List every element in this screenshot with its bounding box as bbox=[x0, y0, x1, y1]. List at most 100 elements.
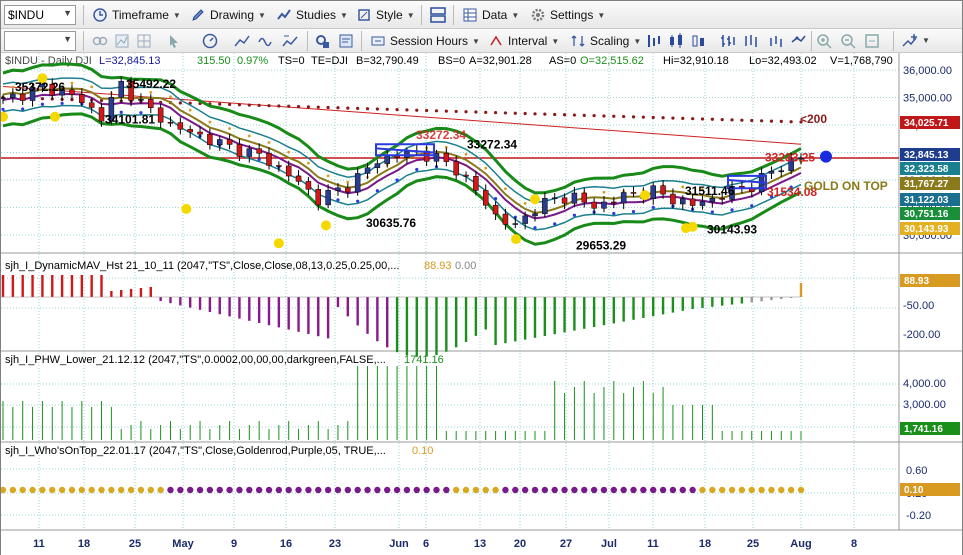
gold-dot bbox=[228, 127, 231, 130]
wave-icon[interactable] bbox=[257, 32, 275, 50]
chevron-down-icon[interactable]: ▼ bbox=[922, 36, 930, 45]
candle-up bbox=[699, 201, 706, 206]
chevron-down-icon: ▼ bbox=[406, 10, 415, 20]
mav-histogram-bar bbox=[1, 275, 5, 297]
scaling-button[interactable]: Scaling ▼ bbox=[567, 30, 644, 52]
purple-dot bbox=[551, 486, 558, 494]
gold-dot bbox=[11, 85, 15, 89]
time-axis-label: May bbox=[172, 538, 194, 550]
layout-icon[interactable] bbox=[429, 6, 447, 24]
hlc-bars-icon[interactable] bbox=[743, 32, 761, 50]
mav-histogram-bar bbox=[317, 297, 320, 337]
gold-dot bbox=[29, 486, 36, 494]
timeframe-label: Timeframe bbox=[112, 8, 169, 22]
mav-histogram-bar bbox=[730, 297, 734, 305]
hollow-candle-icon[interactable] bbox=[689, 32, 707, 50]
blue-dot bbox=[631, 210, 636, 214]
studies-button[interactable]: Studies ▼ bbox=[273, 4, 351, 26]
purple-dot bbox=[590, 486, 598, 494]
studies-icon bbox=[277, 9, 291, 20]
purple-dot bbox=[650, 486, 657, 494]
mav-histogram-bar bbox=[799, 283, 803, 297]
chart-area[interactable]: $INDU - Daily DJI L=32,845.13 315.50 0.9… bbox=[1, 53, 962, 555]
template-icon[interactable] bbox=[337, 32, 355, 50]
time-axis-label: 25 bbox=[747, 538, 759, 550]
mav-histogram-bar bbox=[445, 297, 448, 352]
chevron-down-icon[interactable]: ▼ bbox=[63, 34, 72, 44]
settings-button[interactable]: Settings ▼ bbox=[527, 4, 608, 26]
gold-dot bbox=[768, 486, 775, 494]
purple-dot bbox=[354, 486, 361, 494]
mav-axis-label: -200.00 bbox=[903, 329, 940, 341]
add-study-icon[interactable] bbox=[901, 32, 919, 50]
time-axis-label: 8 bbox=[851, 538, 857, 550]
ma200-dot bbox=[277, 104, 281, 108]
gold-dot bbox=[208, 120, 212, 124]
trendline-icon[interactable] bbox=[233, 32, 251, 50]
chevron-down-icon[interactable]: ▼ bbox=[63, 8, 72, 18]
candle-up bbox=[650, 185, 656, 199]
ma200-dot bbox=[789, 120, 793, 124]
purple-dot bbox=[275, 486, 283, 494]
candle-up bbox=[216, 139, 223, 146]
gold-dot bbox=[681, 185, 685, 189]
interval-button[interactable]: Interval ▼ bbox=[485, 30, 562, 52]
mav-histogram-bar bbox=[632, 297, 635, 320]
style-button[interactable]: Style ▼ bbox=[353, 4, 418, 26]
blue-dot bbox=[40, 102, 45, 106]
mav-histogram-bar bbox=[622, 297, 625, 322]
mav-histogram-bar bbox=[120, 290, 123, 297]
drawing-button[interactable]: Drawing ▼ bbox=[187, 4, 269, 26]
candle-down bbox=[591, 201, 597, 209]
gear-icon bbox=[531, 8, 545, 22]
grid-icon[interactable] bbox=[135, 32, 153, 50]
cursor-icon[interactable] bbox=[165, 32, 183, 50]
fit-chart-icon[interactable] bbox=[863, 32, 881, 50]
purple-dot bbox=[640, 486, 647, 494]
scaling-label: Scaling bbox=[590, 34, 630, 48]
purple-dot bbox=[541, 486, 549, 494]
line-style-icon[interactable] bbox=[789, 32, 807, 50]
zoom-out-icon[interactable] bbox=[839, 32, 857, 50]
wot-tag-label: 0.10 bbox=[904, 485, 924, 496]
gold-dot bbox=[758, 486, 765, 494]
purple-dot bbox=[571, 486, 578, 494]
session-hours-button[interactable]: Session Hours ▼ bbox=[367, 30, 483, 52]
purple-dot bbox=[374, 486, 381, 494]
gauge-icon[interactable] bbox=[201, 32, 219, 50]
price-tag-label: 32,845.13 bbox=[904, 150, 949, 161]
purple-dot bbox=[659, 486, 667, 494]
gold-dot bbox=[39, 486, 46, 494]
candle-down bbox=[630, 192, 637, 194]
chart-icon[interactable] bbox=[113, 32, 131, 50]
data-button[interactable]: Data ▼ bbox=[459, 4, 522, 26]
dot-chart-icon[interactable] bbox=[767, 32, 785, 50]
price-tag-label: 30,751.16 bbox=[904, 209, 949, 220]
ohlc-bars-icon[interactable] bbox=[719, 32, 737, 50]
symbol-input[interactable]: $INDU ▼ bbox=[4, 5, 76, 25]
purple-dot bbox=[226, 486, 233, 494]
indicator-settings-icon[interactable] bbox=[313, 32, 331, 50]
mav-histogram-bar bbox=[454, 297, 458, 348]
ma200-dot bbox=[759, 119, 764, 123]
candlestick-style-icon[interactable] bbox=[667, 32, 685, 50]
price-annotation: GOLD ON TOP bbox=[804, 179, 888, 193]
candle-down bbox=[453, 161, 459, 176]
link-icon[interactable] bbox=[91, 32, 109, 50]
zoom-in-icon[interactable] bbox=[815, 32, 833, 50]
time-axis-label: 9 bbox=[231, 538, 237, 550]
overlap-annotation: 33272.34 bbox=[416, 128, 466, 142]
time-axis-label: 11 bbox=[33, 538, 45, 550]
mav-histogram-bar bbox=[11, 275, 15, 297]
bar-chart-style-icon[interactable] bbox=[645, 32, 663, 50]
zoom-chart-icon[interactable] bbox=[281, 32, 299, 50]
gold-dot bbox=[452, 486, 460, 494]
ma200-dot bbox=[612, 114, 616, 118]
timeframe-button[interactable]: Timeframe ▼ bbox=[89, 4, 184, 26]
candle-up bbox=[10, 93, 16, 99]
ma200-dot bbox=[227, 102, 232, 107]
mav-histogram-bar bbox=[31, 275, 34, 297]
interval-input[interactable]: ▼ bbox=[4, 31, 76, 51]
chevron-down-icon: ▼ bbox=[551, 36, 560, 46]
purple-dot bbox=[679, 486, 686, 494]
